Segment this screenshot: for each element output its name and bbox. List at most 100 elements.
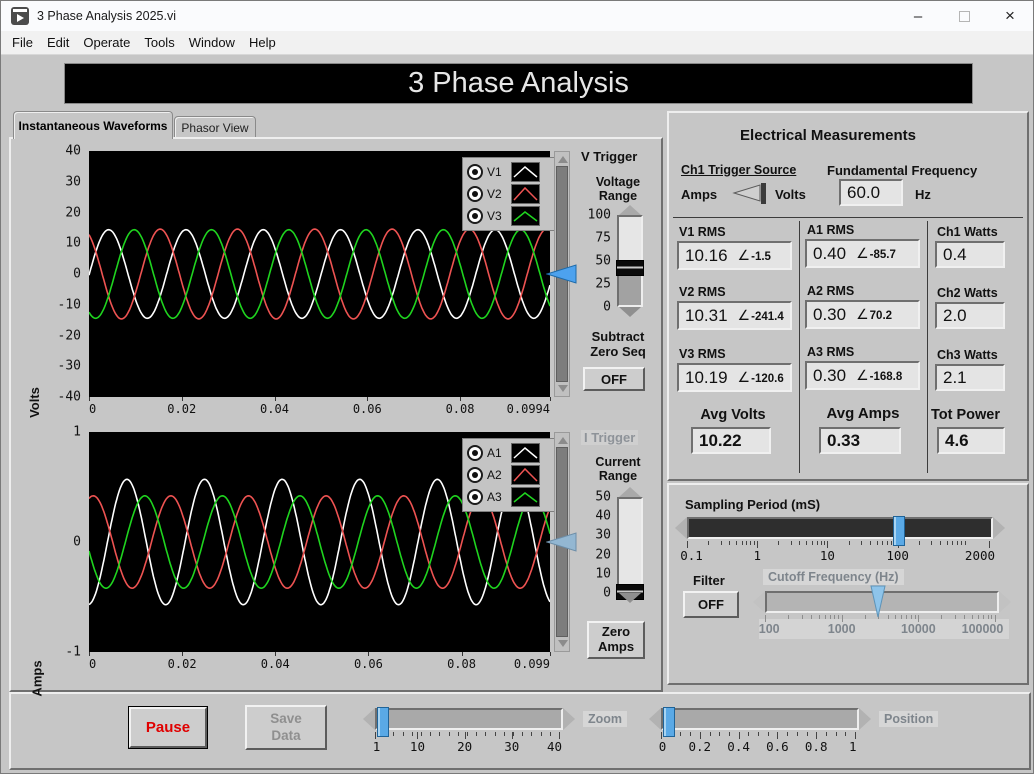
minor-tick xyxy=(971,615,973,619)
slider-track[interactable] xyxy=(616,497,644,600)
a1-visibility-radio[interactable] xyxy=(467,445,483,461)
v2-line-sample[interactable] xyxy=(511,184,540,204)
fundamental-frequency-input[interactable]: 60.0 xyxy=(839,179,903,206)
legend-item-v2[interactable]: V2 xyxy=(467,183,551,205)
pause-button[interactable]: Pause xyxy=(128,706,208,749)
v3-visibility-radio[interactable] xyxy=(467,208,483,224)
cutoff-pointer-handle[interactable] xyxy=(869,585,887,619)
slider-handle[interactable] xyxy=(663,707,675,737)
slider-tick-label: 0.4 xyxy=(727,739,750,754)
legend-item-a1[interactable]: A1 xyxy=(467,442,551,464)
slider-tick-label: 1 xyxy=(848,739,857,754)
cutoff-frequency-slider[interactable]: 100 1000 10000 100000 xyxy=(753,585,1011,639)
voltage-range-slider[interactable]: 100 75 50 25 0 xyxy=(585,205,645,317)
menu-tools[interactable]: Tools xyxy=(137,33,181,52)
slider-tick-label: 25 xyxy=(595,276,611,292)
trigger-source-toggle[interactable] xyxy=(729,181,771,205)
filter-button[interactable]: OFF xyxy=(683,591,739,618)
minor-tick xyxy=(977,615,979,619)
scroll-up-icon[interactable] xyxy=(558,156,568,163)
minor-tick xyxy=(835,732,837,736)
legend-item-a3[interactable]: A3 xyxy=(467,486,551,508)
position-slider[interactable]: 0 0.2 0.4 0.6 0.8 1 xyxy=(649,707,871,756)
scroll-down-icon[interactable] xyxy=(558,640,568,647)
tab-instantaneous-waveforms[interactable]: Instantaneous Waveforms xyxy=(13,111,173,139)
maximize-button[interactable] xyxy=(941,1,987,31)
slider-handle[interactable] xyxy=(616,260,644,277)
minor-tick xyxy=(961,541,963,545)
menu-operate[interactable]: Operate xyxy=(76,33,137,52)
slider-scale: 50 40 30 20 10 0 xyxy=(585,490,613,601)
a3-rms-value: 0.30 -168.8 xyxy=(805,361,920,390)
a2-line-sample[interactable] xyxy=(511,465,540,485)
scroll-down-icon[interactable] xyxy=(558,385,568,392)
tab-phasor-view[interactable]: Phasor View xyxy=(174,116,256,139)
y-tick-label: 0 xyxy=(73,266,81,282)
slider-up-arrow-icon[interactable] xyxy=(619,205,641,215)
subtract-zero-seq-button[interactable]: OFF xyxy=(583,367,645,391)
save-data-button[interactable]: Save Data xyxy=(245,705,327,750)
legend-item-a2[interactable]: A2 xyxy=(467,464,551,486)
close-button[interactable]: × xyxy=(987,1,1033,31)
a1-line-sample[interactable] xyxy=(511,443,540,463)
slider-track[interactable] xyxy=(375,707,563,737)
slider-handle[interactable] xyxy=(377,707,389,737)
slider-right-arrow-icon[interactable] xyxy=(859,708,871,730)
minor-tick xyxy=(811,615,813,619)
minimize-button[interactable]: – xyxy=(895,1,941,31)
v2-visibility-radio[interactable] xyxy=(467,186,483,202)
slider-down-arrow-icon[interactable] xyxy=(619,593,641,603)
minor-tick xyxy=(736,541,738,545)
slider-handle[interactable] xyxy=(892,516,905,546)
slider-tick-label: 0.2 xyxy=(688,739,712,754)
legend-item-v3[interactable]: V3 xyxy=(467,205,551,227)
slider-left-arrow-icon[interactable] xyxy=(675,517,687,539)
slider-track[interactable] xyxy=(661,707,859,737)
slider-left-arrow-icon[interactable] xyxy=(363,708,375,730)
zero-amps-button[interactable]: Zero Amps xyxy=(587,621,645,659)
menu-help[interactable]: Help xyxy=(242,33,283,52)
menu-window[interactable]: Window xyxy=(182,33,242,52)
v-trigger-level-cursor[interactable] xyxy=(546,264,578,284)
phase-angle: -120.6 xyxy=(738,369,784,386)
a3-line-sample[interactable] xyxy=(511,487,540,507)
avg-amps-label: Avg Amps xyxy=(826,405,900,422)
minor-tick xyxy=(680,732,682,736)
menu-edit[interactable]: Edit xyxy=(40,33,76,52)
current-range-slider[interactable]: 50 40 30 20 10 0 xyxy=(585,487,645,603)
slider-scale: 100 75 50 25 0 xyxy=(585,208,613,315)
sampling-period-slider[interactable]: 0.1 1 10 100 2000 xyxy=(675,516,1005,565)
slider-track[interactable] xyxy=(616,215,644,307)
v1-visibility-radio[interactable] xyxy=(467,164,483,180)
amps-y-axis: 1 0 -1 xyxy=(41,425,85,660)
avg-volts-value: 10.22 xyxy=(691,427,771,454)
menu-file[interactable]: File xyxy=(5,33,40,52)
minor-tick xyxy=(818,615,820,619)
legend-item-v1[interactable]: V1 xyxy=(467,161,551,183)
x-tick-mark xyxy=(275,652,277,656)
minor-tick xyxy=(890,541,892,545)
slider-track[interactable] xyxy=(687,516,993,546)
voltage-range-label: Voltage Range xyxy=(595,175,641,203)
zoom-slider[interactable]: 1 10 20 30 40 xyxy=(363,707,575,756)
slider-scale: 0 0.2 0.4 0.6 0.8 1 xyxy=(659,739,857,754)
slider-left-arrow-icon[interactable] xyxy=(649,708,661,730)
x-tick-label: 0 xyxy=(89,402,97,416)
slider-right-arrow-icon[interactable] xyxy=(993,517,1005,539)
minor-tick xyxy=(799,541,801,545)
v1-line-sample[interactable] xyxy=(511,162,540,182)
scroll-up-icon[interactable] xyxy=(558,437,568,444)
slider-down-arrow-icon[interactable] xyxy=(619,307,641,317)
tot-power-value: 4.6 xyxy=(937,427,1005,454)
i-trigger-level-cursor[interactable] xyxy=(546,532,578,552)
magnitude: 0.40 xyxy=(813,243,847,263)
a3-visibility-radio[interactable] xyxy=(467,489,483,505)
current-range-label: Current Range xyxy=(595,455,641,483)
a2-visibility-radio[interactable] xyxy=(467,467,483,483)
y-tick-label: -10 xyxy=(57,297,81,313)
slider-up-arrow-icon[interactable] xyxy=(619,487,641,497)
x-tick-mark xyxy=(367,397,369,401)
slider-tick-label: 0.8 xyxy=(804,739,828,754)
slider-right-arrow-icon[interactable] xyxy=(563,708,575,730)
v3-line-sample[interactable] xyxy=(511,206,540,226)
